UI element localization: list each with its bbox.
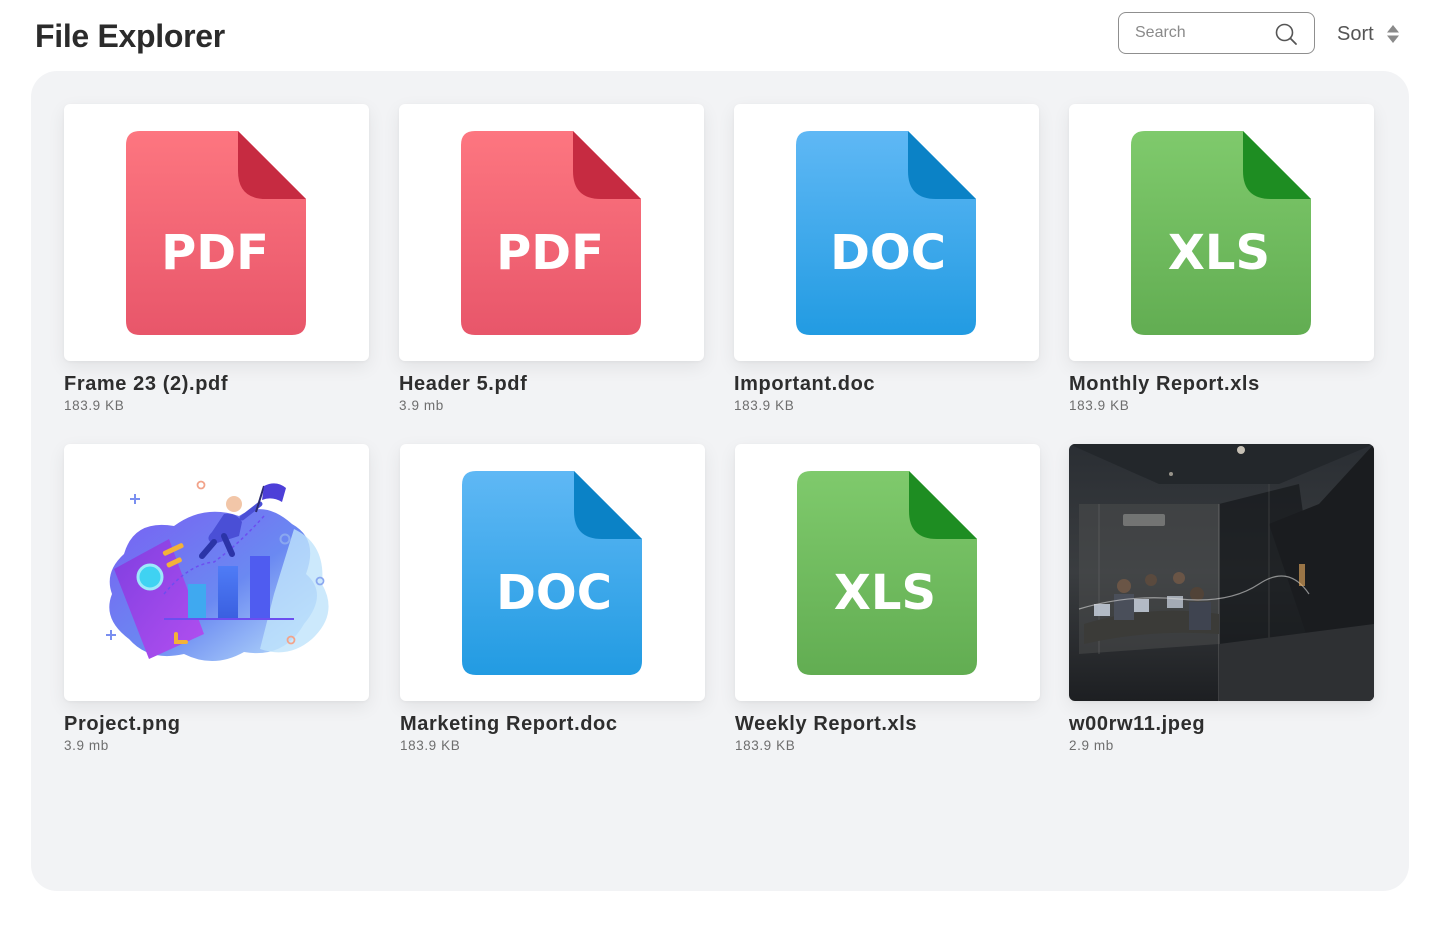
search-input[interactable] (1135, 13, 1275, 53)
file-thumbnail[interactable]: DOC (734, 104, 1039, 361)
doc-file-icon: DOC (462, 471, 642, 675)
file-card[interactable]: Project.png 3.9 mb (64, 444, 369, 753)
svg-text:PDF: PDF (496, 225, 604, 281)
file-card[interactable]: w00rw11.jpeg 2.9 mb (1069, 444, 1374, 753)
file-thumbnail[interactable] (64, 444, 369, 701)
file-name[interactable]: Important.doc (734, 373, 1039, 396)
file-thumbnail[interactable]: XLS (735, 444, 1040, 701)
svg-text:DOC: DOC (830, 225, 946, 281)
file-size: 3.9 mb (64, 738, 109, 753)
file-name[interactable]: Weekly Report.xls (735, 713, 1040, 736)
svg-text:DOC: DOC (496, 565, 612, 621)
file-card[interactable]: XLS Monthly Report.xls 183.9 KB (1069, 104, 1374, 413)
svg-text:XLS: XLS (1168, 225, 1270, 281)
search-icon[interactable] (1274, 22, 1298, 46)
file-name[interactable]: w00rw11.jpeg (1069, 713, 1374, 736)
pdf-file-icon: PDF (461, 131, 641, 335)
xls-file-icon: XLS (1131, 131, 1311, 335)
file-card[interactable]: PDF Frame 23 (2).pdf 183.9 KB (64, 104, 369, 413)
office-photo-image (1069, 444, 1374, 701)
pdf-file-icon: PDF (126, 131, 306, 335)
page-title: File Explorer (35, 18, 225, 54)
sort-label: Sort (1337, 22, 1374, 45)
file-thumbnail[interactable]: PDF (399, 104, 704, 361)
file-card[interactable]: PDF Header 5.pdf 3.9 mb (399, 104, 704, 413)
file-size: 3.9 mb (399, 398, 444, 413)
file-size: 183.9 KB (735, 738, 796, 753)
file-size: 183.9 KB (734, 398, 795, 413)
sort-button[interactable]: Sort (1337, 18, 1400, 50)
file-card[interactable]: DOC Important.doc 183.9 KB (734, 104, 1039, 413)
file-size: 183.9 KB (400, 738, 461, 753)
doc-file-icon: DOC (796, 131, 976, 335)
file-name[interactable]: Header 5.pdf (399, 373, 704, 396)
file-thumbnail[interactable]: DOC (400, 444, 705, 701)
file-grid-panel: PDF Frame 23 (2).pdf 183.9 KB PDF Header… (31, 71, 1409, 891)
file-size: 183.9 KB (64, 398, 125, 413)
file-card[interactable]: DOC Marketing Report.doc 183.9 KB (400, 444, 705, 753)
file-card[interactable]: XLS Weekly Report.xls 183.9 KB (735, 444, 1040, 753)
file-thumbnail[interactable]: XLS (1069, 104, 1374, 361)
project-illustration-image (106, 480, 329, 662)
search-box[interactable] (1118, 12, 1315, 54)
file-size: 2.9 mb (1069, 738, 1114, 753)
file-thumbnail[interactable] (1069, 444, 1374, 701)
file-name[interactable]: Frame 23 (2).pdf (64, 373, 369, 396)
file-name[interactable]: Monthly Report.xls (1069, 373, 1374, 396)
file-size: 183.9 KB (1069, 398, 1130, 413)
xls-file-icon: XLS (797, 471, 977, 675)
file-thumbnail[interactable]: PDF (64, 104, 369, 361)
sort-arrows-icon (1386, 25, 1399, 43)
file-name[interactable]: Project.png (64, 713, 369, 736)
svg-text:PDF: PDF (161, 225, 269, 281)
file-name[interactable]: Marketing Report.doc (400, 713, 705, 736)
svg-text:XLS: XLS (834, 565, 936, 621)
